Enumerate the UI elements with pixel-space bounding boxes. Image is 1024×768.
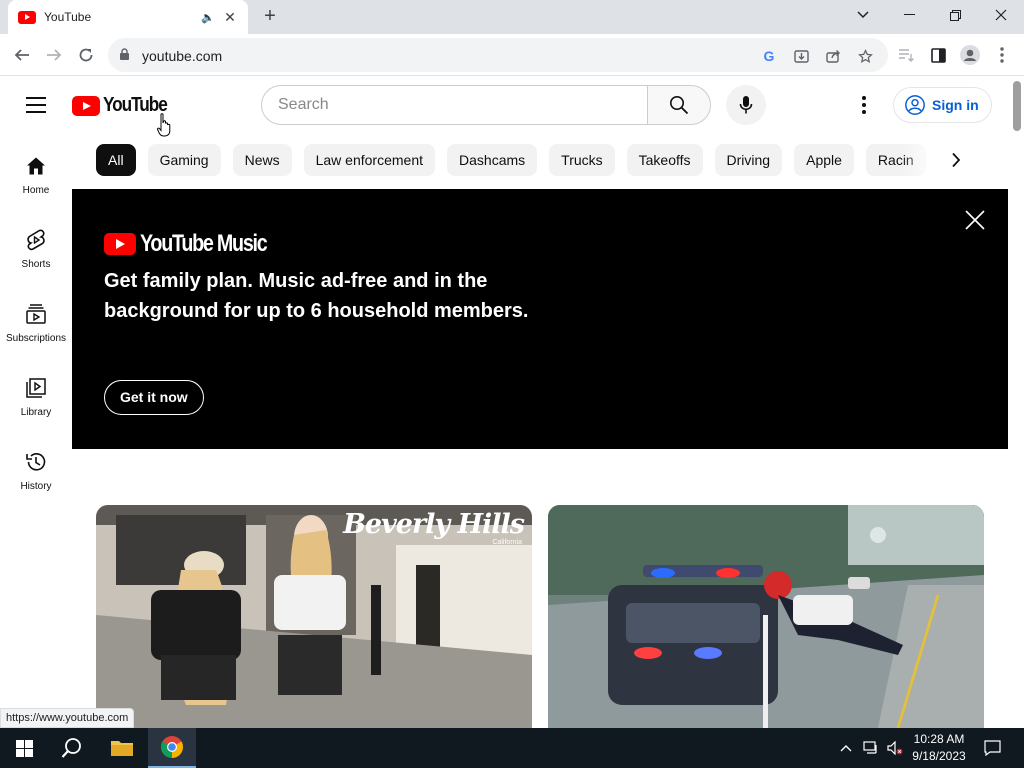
- microphone-icon: [739, 96, 753, 114]
- guide-label-library: Library: [20, 407, 52, 418]
- youtube-favicon-icon: [18, 10, 36, 24]
- library-icon: [24, 376, 48, 400]
- guide-item-shorts[interactable]: Shorts: [0, 220, 72, 294]
- video-thumbnail[interactable]: [548, 505, 984, 728]
- thumbnail-overlay-subtitle: California: [492, 539, 522, 546]
- dismiss-banner-close-icon[interactable]: [964, 209, 986, 231]
- restore-button[interactable]: [932, 0, 978, 30]
- folder-icon: [111, 741, 133, 756]
- system-clock[interactable]: 10:28 AM 9/18/2023: [908, 731, 970, 765]
- chip-news[interactable]: News: [232, 144, 292, 176]
- history-icon: [24, 450, 48, 474]
- guide-label-shorts: Shorts: [21, 259, 51, 270]
- search-button[interactable]: [647, 85, 711, 125]
- account-circle-icon: [905, 95, 925, 115]
- share-icon[interactable]: [824, 47, 842, 65]
- tab-title: YouTube: [44, 10, 92, 24]
- subscriptions-icon: [24, 302, 48, 326]
- forward-button[interactable]: [42, 43, 66, 67]
- reading-list-icon[interactable]: [894, 43, 918, 67]
- lock-icon[interactable]: [120, 48, 129, 60]
- page-scrollbar[interactable]: [1010, 77, 1024, 728]
- sign-in-button[interactable]: Sign in: [893, 87, 992, 123]
- filter-chips-bar: All Gaming News Law enforcement Dashcams Truc…: [96, 144, 976, 176]
- bookmark-star-icon[interactable]: [856, 47, 874, 65]
- search-field[interactable]: [261, 85, 648, 125]
- chips-fade: [900, 140, 940, 180]
- search-icon: [670, 96, 689, 115]
- minimize-button[interactable]: [886, 0, 932, 30]
- youtube-masthead: YouTube Sign in: [0, 77, 1010, 137]
- clock-time: 10:28 AM: [913, 732, 965, 746]
- start-button[interactable]: [0, 728, 48, 768]
- tab-search-chevron-icon[interactable]: [840, 0, 886, 30]
- chip-trucks[interactable]: Trucks: [549, 144, 615, 176]
- google-lens-icon[interactable]: G: [760, 47, 778, 65]
- taskbar-search-button[interactable]: [48, 728, 96, 768]
- back-button[interactable]: [10, 43, 34, 67]
- browser-toolbar: youtube.com G: [0, 34, 1024, 76]
- youtube-play-icon: [72, 95, 100, 116]
- notifications-icon[interactable]: [983, 739, 1001, 757]
- reload-button[interactable]: [74, 43, 98, 67]
- chips-next-button[interactable]: [940, 144, 972, 176]
- address-bar[interactable]: youtube.com G: [108, 38, 888, 72]
- guide-item-home[interactable]: Home: [0, 146, 72, 220]
- shorts-icon: [24, 228, 48, 252]
- chevron-right-icon: [952, 152, 961, 168]
- side-panel-icon[interactable]: [926, 43, 950, 67]
- audio-playing-icon[interactable]: 🔈: [200, 11, 216, 24]
- volume-muted-icon[interactable]: [887, 740, 903, 756]
- get-it-now-button[interactable]: Get it now: [104, 380, 204, 415]
- video-thumbnail[interactable]: Beverly Hills California: [96, 505, 532, 728]
- chip-law-enforcement[interactable]: Law enforcement: [303, 144, 436, 176]
- tab-close-icon[interactable]: ✕: [222, 9, 238, 26]
- search-icon: [61, 738, 81, 758]
- youtube-play-icon: [104, 233, 136, 255]
- youtube-music-logo: YouTube Music: [104, 230, 294, 258]
- search-input[interactable]: [278, 96, 647, 114]
- browser-tab-youtube[interactable]: YouTube 🔈 ✕: [8, 0, 248, 34]
- browser-tab-strip: YouTube 🔈 ✕ +: [0, 0, 1024, 34]
- chip-dashcams[interactable]: Dashcams: [447, 144, 538, 176]
- hand-cursor-icon: [157, 113, 171, 137]
- sign-in-label: Sign in: [932, 97, 979, 113]
- network-icon[interactable]: [863, 740, 879, 756]
- thumbnail-image: [548, 505, 984, 728]
- chip-driving[interactable]: Driving: [714, 144, 783, 176]
- taskbar-file-explorer[interactable]: [98, 728, 146, 768]
- link-status-bubble: https://www.youtube.com: [0, 708, 135, 728]
- banner-headline: Get family plan. Music ad-free and in th…: [104, 270, 529, 322]
- guide-label-home: Home: [22, 185, 50, 196]
- guide-item-subscriptions[interactable]: Subscriptions: [0, 294, 72, 368]
- chip-all[interactable]: All: [96, 144, 136, 176]
- chrome-icon: [161, 736, 183, 758]
- url-text[interactable]: youtube.com: [142, 48, 222, 64]
- chip-takeoffs[interactable]: Takeoffs: [626, 144, 703, 176]
- youtube-music-wordmark: YouTube Music: [140, 230, 268, 257]
- thumbnail-overlay-title: Beverly Hills: [343, 509, 525, 540]
- guide-label-history: History: [20, 481, 52, 492]
- install-app-icon[interactable]: [792, 47, 810, 65]
- windows-logo-icon: [15, 739, 33, 757]
- guide-item-library[interactable]: Library: [0, 368, 72, 442]
- windows-taskbar: 10:28 AM 9/18/2023: [0, 728, 1024, 768]
- clock-date: 9/18/2023: [912, 749, 966, 763]
- youtube-music-promo-banner: YouTube Music Get family plan. Music ad-…: [72, 189, 1008, 449]
- profile-avatar-icon[interactable]: [958, 43, 982, 67]
- close-window-button[interactable]: [978, 0, 1024, 30]
- voice-search-button[interactable]: [726, 85, 766, 125]
- tray-overflow-chevron-icon[interactable]: [838, 740, 854, 756]
- guide-label-subscriptions: Subscriptions: [5, 333, 67, 344]
- new-tab-button[interactable]: +: [259, 6, 281, 28]
- taskbar-chrome[interactable]: [148, 728, 196, 768]
- guide-menu-icon[interactable]: [26, 97, 46, 113]
- settings-more-icon[interactable]: [852, 93, 876, 117]
- scrollbar-thumb[interactable]: [1013, 81, 1021, 131]
- chip-apple[interactable]: Apple: [794, 144, 854, 176]
- home-icon: [24, 154, 48, 178]
- chip-gaming[interactable]: Gaming: [147, 144, 221, 176]
- chrome-menu-icon[interactable]: [990, 43, 1014, 67]
- guide-item-history[interactable]: History: [0, 442, 72, 516]
